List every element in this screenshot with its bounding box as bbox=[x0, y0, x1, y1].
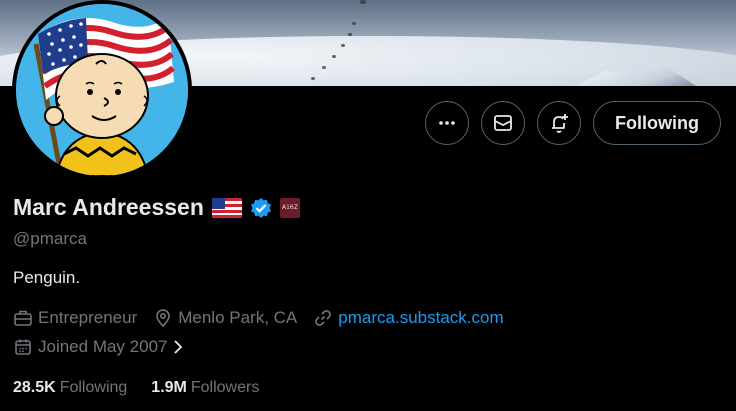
location-label: Menlo Park, CA bbox=[178, 308, 298, 327]
following-button-label: Following bbox=[615, 112, 699, 133]
banner-figure bbox=[360, 0, 366, 4]
profile-name-row: Marc Andreessen A16Z bbox=[13, 194, 300, 221]
following-stat-label: Following bbox=[59, 379, 128, 396]
envelope-icon bbox=[494, 115, 512, 131]
profile-meta-row: Entrepreneur Menlo Park, CA pmarca.subst… bbox=[13, 308, 520, 328]
profile-handle: @pmarca bbox=[13, 229, 87, 248]
banner-footprint bbox=[311, 77, 315, 80]
joined-label: Joined May 2007 bbox=[38, 337, 168, 356]
profile-actions: Following bbox=[425, 101, 721, 145]
location-pin-icon bbox=[156, 309, 171, 328]
notify-button[interactable] bbox=[537, 101, 582, 145]
affiliate-badge-a16z-icon[interactable]: A16Z bbox=[279, 197, 300, 218]
following-stat-link[interactable]: 28.5K Following bbox=[13, 379, 127, 397]
us-flag-emoji-icon bbox=[211, 197, 242, 218]
website-item: pmarca.substack.com bbox=[313, 308, 504, 328]
profession-item: Entrepreneur bbox=[13, 308, 137, 328]
profile-avatar[interactable] bbox=[12, 0, 192, 180]
profession-label: Entrepreneur bbox=[38, 308, 138, 327]
following-count: 28.5K bbox=[13, 379, 56, 396]
verified-badge-icon[interactable] bbox=[250, 197, 272, 219]
chevron-right-icon bbox=[174, 340, 183, 354]
banner-footprint bbox=[322, 66, 326, 69]
followers-stat-link[interactable]: 1.9M Followers bbox=[151, 379, 259, 397]
banner-footprint bbox=[332, 55, 336, 58]
avatar-illustration bbox=[16, 4, 188, 176]
display-name: Marc Andreessen bbox=[13, 194, 204, 220]
more-options-button[interactable] bbox=[425, 101, 470, 145]
bell-plus-icon bbox=[552, 114, 569, 133]
website-link[interactable]: pmarca.substack.com bbox=[338, 308, 503, 328]
location-item: Menlo Park, CA bbox=[153, 308, 297, 328]
followers-count: 1.9M bbox=[151, 379, 187, 396]
banner-footprint bbox=[341, 44, 345, 47]
profile-bio: Penguin. bbox=[13, 268, 81, 287]
link-icon bbox=[315, 310, 332, 326]
banner-footprint bbox=[348, 33, 352, 36]
followers-stat-label: Followers bbox=[190, 379, 260, 396]
banner-footprint bbox=[352, 22, 356, 25]
joined-item[interactable]: Joined May 2007 bbox=[13, 337, 184, 357]
profile-stats: 28.5K Following 1.9M Followers bbox=[13, 379, 259, 397]
profile-joined-row[interactable]: Joined May 2007 bbox=[13, 337, 200, 357]
ellipsis-icon bbox=[439, 121, 455, 125]
calendar-icon bbox=[15, 339, 31, 355]
briefcase-icon bbox=[14, 310, 32, 326]
message-button[interactable] bbox=[481, 101, 526, 145]
following-button[interactable]: Following bbox=[593, 101, 721, 145]
